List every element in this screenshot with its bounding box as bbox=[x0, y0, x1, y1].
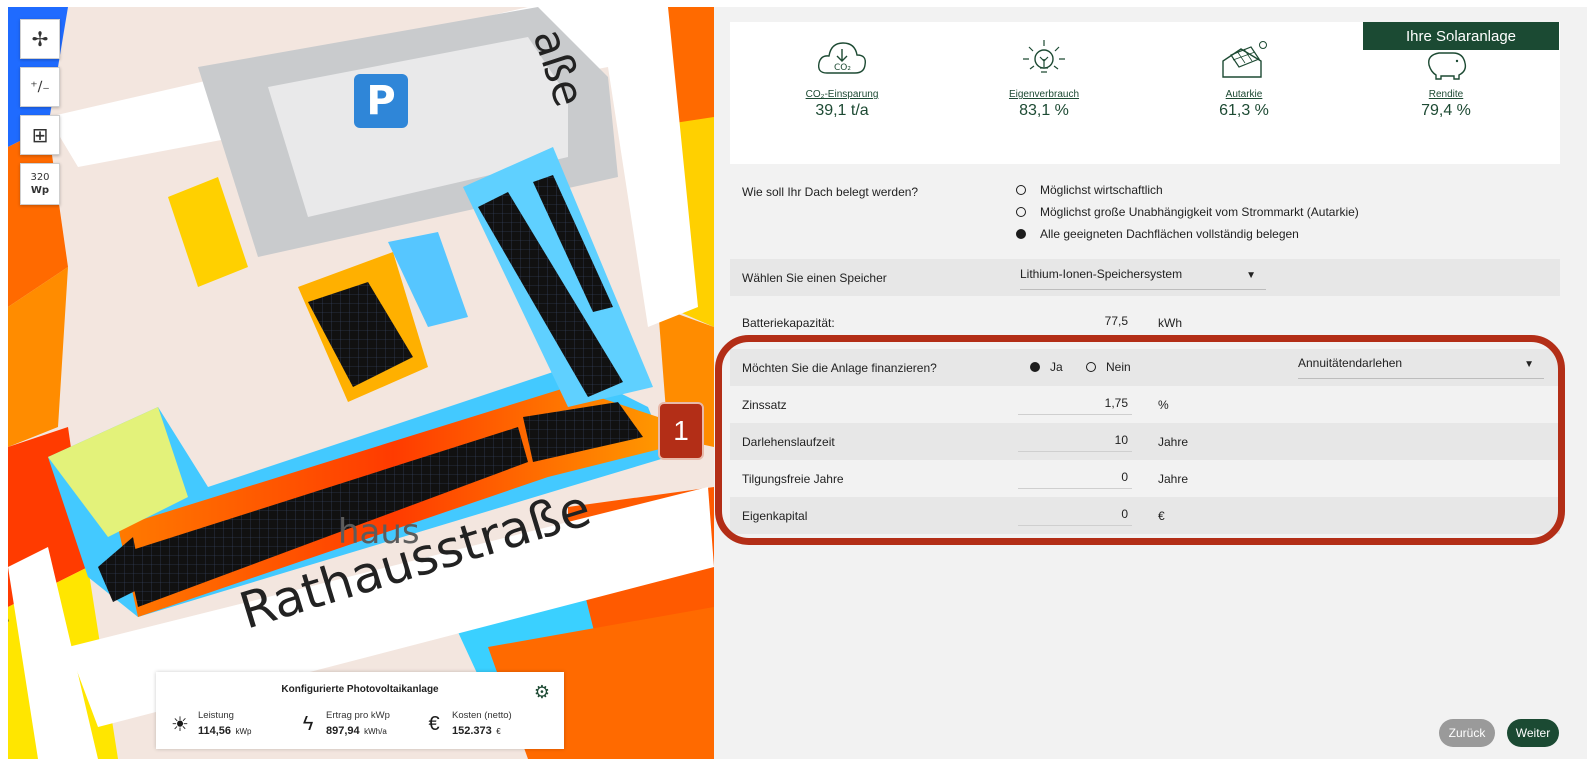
sun-icon: ☀ bbox=[171, 714, 189, 736]
parking-icon: P bbox=[354, 74, 408, 128]
caret-down-icon: ▼ bbox=[1246, 270, 1256, 281]
pv-power-value: 114,56 bbox=[198, 725, 232, 737]
roof-option-3[interactable]: Alle geeigneten Dachflächen vollständig … bbox=[1016, 227, 1299, 241]
pv-yield-value: 897,94 bbox=[326, 725, 360, 737]
equity-row: Eigenkapital 0 € bbox=[730, 497, 1560, 534]
kpi-autarky-value: 61,3 % bbox=[1219, 102, 1269, 119]
finance-yes[interactable]: Ja bbox=[1030, 360, 1063, 374]
equity-label: Eigenkapital bbox=[742, 509, 808, 523]
interest-row: Zinssatz 1,75 % bbox=[730, 386, 1560, 423]
solar-house-icon bbox=[1222, 41, 1267, 78]
lightbulb-icon bbox=[1023, 40, 1065, 73]
kpi-autarky-label[interactable]: Autarkie bbox=[1164, 89, 1324, 100]
pv-cost-value: 152.373 bbox=[452, 725, 492, 737]
radio-selected-icon[interactable] bbox=[1016, 229, 1026, 239]
map-toolbar: ✢ ⁺∕₋ ⊞ 320 Wp bbox=[20, 19, 60, 205]
finance-no[interactable]: Nein bbox=[1086, 360, 1131, 374]
finance-row: Möchten Sie die Anlage finanzieren? Ja N… bbox=[730, 349, 1560, 386]
zoom-toggle-icon[interactable]: ⁺∕₋ bbox=[20, 67, 60, 107]
radio-icon[interactable] bbox=[1016, 207, 1026, 217]
kpi-co2-value: 39,1 t/a bbox=[815, 102, 869, 119]
radio-selected-icon[interactable] bbox=[1030, 362, 1040, 372]
finance-no-label: Nein bbox=[1106, 360, 1131, 374]
caret-down-icon: ▼ bbox=[1524, 359, 1534, 370]
annotation-callout: 1 bbox=[658, 402, 704, 460]
kpi-return-value: 79,4 % bbox=[1421, 102, 1471, 119]
roof-option-3-label: Alle geeigneten Dachflächen vollständig … bbox=[1040, 227, 1299, 241]
building-label: haus bbox=[338, 512, 420, 552]
pv-cost-unit: € bbox=[496, 727, 501, 736]
panel-wattage-button[interactable]: 320 Wp bbox=[20, 163, 60, 205]
lightning-icon: ϟ bbox=[302, 713, 314, 735]
kpi-return-label[interactable]: Rendite bbox=[1366, 89, 1526, 100]
pv-summary-title: Konfigurierte Photovoltaikanlage bbox=[281, 684, 439, 695]
back-button[interactable]: Zurück bbox=[1439, 719, 1495, 747]
loan-type-select[interactable]: Annuitätendarlehen ▼ bbox=[1298, 356, 1544, 379]
pv-power-unit: kWp bbox=[235, 727, 252, 736]
equity-input[interactable]: 0 bbox=[1018, 504, 1132, 526]
interest-input[interactable]: 1,75 bbox=[1018, 393, 1132, 415]
solar-map[interactable]: aße Rathausstraße ntstr. haus P ✢ ⁺∕₋ ⊞ … bbox=[8, 7, 714, 759]
kpi-self-consumption-label[interactable]: Eigenverbrauch bbox=[964, 89, 1124, 100]
battery-value: 77,5 bbox=[1104, 314, 1128, 328]
panel-layout-icon[interactable]: ⊞ bbox=[20, 115, 60, 155]
kpi-co2-label[interactable]: CO₂-Einsparung bbox=[762, 89, 922, 100]
interest-unit: % bbox=[1158, 398, 1169, 412]
kpi-self-consumption-value: 83,1 % bbox=[1019, 102, 1069, 119]
configuration-panel: Ihre Solaranlage CO₂ CO₂-Einsparung 39,1… bbox=[714, 7, 1587, 759]
radio-icon[interactable] bbox=[1016, 185, 1026, 195]
grace-row: Tilgungsfreie Jahre 0 Jahre bbox=[730, 460, 1560, 497]
term-unit: Jahre bbox=[1158, 435, 1189, 449]
wattage-unit: Wp bbox=[30, 185, 50, 196]
radio-icon[interactable] bbox=[1086, 362, 1096, 372]
loan-type-value: Annuitätendarlehen bbox=[1298, 356, 1403, 370]
grace-input[interactable]: 0 bbox=[1018, 467, 1132, 489]
move-icon[interactable]: ✢ bbox=[20, 19, 60, 59]
pv-power: ☀ Leistung 114,56 kWp bbox=[170, 710, 252, 739]
term-input[interactable]: 10 bbox=[1018, 430, 1132, 452]
pv-power-label: Leistung bbox=[198, 710, 234, 721]
next-button[interactable]: Weiter bbox=[1507, 719, 1559, 747]
term-label: Darlehenslaufzeit bbox=[742, 435, 835, 449]
battery-unit: kWh bbox=[1158, 316, 1182, 330]
roof-option-1-label: Möglichst wirtschaftlich bbox=[1040, 183, 1163, 197]
storage-select[interactable]: Lithium-Ionen-Speichersystem ▼ bbox=[1020, 267, 1266, 290]
battery-row: Batteriekapazität: 77,5 kWh bbox=[730, 304, 1560, 341]
svg-text:CO₂: CO₂ bbox=[834, 63, 851, 73]
battery-label: Batteriekapazität: bbox=[742, 316, 835, 330]
grace-unit: Jahre bbox=[1158, 472, 1189, 486]
term-row: Darlehenslaufzeit 10 Jahre bbox=[730, 423, 1560, 460]
euro-icon: € bbox=[428, 713, 440, 735]
kpi-co2: CO₂ CO₂-Einsparung 39,1 t/a bbox=[762, 37, 922, 120]
equity-unit: € bbox=[1158, 509, 1165, 523]
pv-summary-panel: Konfigurierte Photovoltaikanlage ⚙ ☀ Lei… bbox=[156, 672, 564, 749]
roof-option-1[interactable]: Möglichst wirtschaftlich bbox=[1016, 183, 1163, 197]
gear-icon[interactable]: ⚙ bbox=[534, 682, 550, 703]
storage-row: Wählen Sie einen Speicher Lithium-Ionen-… bbox=[730, 259, 1560, 296]
cloud-co2-icon: CO₂ bbox=[817, 42, 867, 74]
kpi-autarky: Autarkie 61,3 % bbox=[1164, 37, 1324, 120]
wattage-value: 320 bbox=[30, 172, 50, 183]
pv-yield-unit: kWh/a bbox=[364, 727, 387, 736]
pv-cost: € Kosten (netto) 152.373 € bbox=[424, 710, 512, 739]
kpi-return: € Rendite 79,4 % bbox=[1366, 37, 1526, 120]
storage-select-value: Lithium-Ionen-Speichersystem bbox=[1020, 267, 1183, 281]
roof-option-2-label: Möglichst große Unabhängigkeit vom Strom… bbox=[1040, 205, 1359, 219]
roof-option-2[interactable]: Möglichst große Unabhängigkeit vom Strom… bbox=[1016, 205, 1359, 219]
grace-label: Tilgungsfreie Jahre bbox=[742, 472, 844, 486]
storage-label: Wählen Sie einen Speicher bbox=[742, 271, 887, 285]
piggy-bank-euro-icon: € bbox=[1428, 38, 1467, 80]
interest-label: Zinssatz bbox=[742, 398, 787, 412]
roof-question: Wie soll Ihr Dach belegt werden? bbox=[742, 185, 919, 199]
pv-cost-label: Kosten (netto) bbox=[452, 710, 512, 721]
kpi-self-consumption: Eigenverbrauch 83,1 % bbox=[964, 37, 1124, 120]
roof-row: Wie soll Ihr Dach belegt werden? Möglich… bbox=[730, 177, 1560, 257]
svg-text:€: € bbox=[1445, 38, 1453, 53]
finance-question: Möchten Sie die Anlage finanzieren? bbox=[742, 361, 937, 375]
pv-yield-label: Ertrag pro kWp bbox=[326, 710, 390, 721]
finance-yes-label: Ja bbox=[1050, 360, 1063, 374]
pv-yield: ϟ Ertrag pro kWp 897,94 kWh/a bbox=[298, 710, 390, 739]
